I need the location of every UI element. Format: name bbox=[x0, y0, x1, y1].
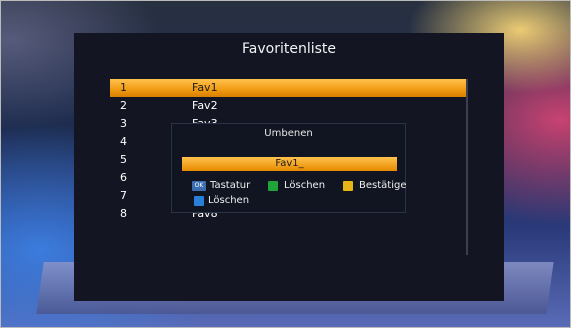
row-number: 1 bbox=[120, 81, 127, 94]
rename-dialog: Umbenen Fav1_ OK Tastatur Löschen Bestät… bbox=[171, 123, 406, 213]
ok-key-icon: OK bbox=[192, 181, 206, 191]
dialog-title: Umbenen bbox=[264, 128, 313, 139]
yellow-key-icon bbox=[343, 181, 353, 191]
row-number: 2 bbox=[120, 99, 127, 112]
row-number: 5 bbox=[120, 153, 127, 166]
row-name: Fav2 bbox=[192, 99, 218, 112]
favorite-row[interactable]: 1 Fav1 bbox=[110, 79, 466, 97]
row-number: 8 bbox=[120, 207, 127, 220]
green-hint-label: Löschen bbox=[284, 180, 326, 191]
row-number: 4 bbox=[120, 135, 127, 148]
row-name: Fav1 bbox=[192, 81, 218, 94]
row-number: 7 bbox=[120, 189, 127, 202]
keyboard-hint-label: Tastatur bbox=[210, 180, 251, 191]
favorites-panel: Favoritenliste 1 Fav1 2 Fav2 3 Fav3 4 5 … bbox=[74, 33, 504, 301]
rename-input[interactable]: Fav1_ bbox=[182, 157, 397, 171]
blue-hint-label: Löschen bbox=[208, 195, 250, 206]
row-number: 6 bbox=[120, 171, 127, 184]
blue-key-icon bbox=[194, 196, 204, 206]
row-number: 3 bbox=[120, 117, 127, 130]
favorite-row[interactable]: 2 Fav2 bbox=[110, 97, 466, 115]
green-key-icon bbox=[268, 181, 278, 191]
yellow-hint-label: Bestätige bbox=[359, 180, 407, 191]
list-scrollbar[interactable] bbox=[466, 79, 468, 255]
page-title: Favoritenliste bbox=[242, 41, 336, 57]
